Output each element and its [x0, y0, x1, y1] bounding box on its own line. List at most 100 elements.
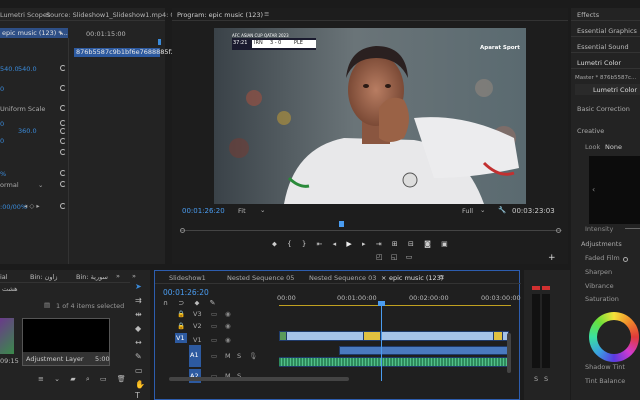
- list-view-icon[interactable]: ≡: [38, 375, 48, 383]
- eye-icon[interactable]: ◉: [225, 311, 231, 318]
- playhead[interactable]: [339, 221, 344, 227]
- quality-select[interactable]: Full: [462, 208, 473, 215]
- ripple-edit-icon[interactable]: ⇹: [135, 311, 142, 319]
- reset-icon[interactable]: [60, 85, 66, 91]
- folder-icon[interactable]: ▤: [44, 302, 50, 309]
- track-select-icon[interactable]: ⇉: [135, 297, 142, 305]
- menu-icon[interactable]: ≡: [264, 11, 269, 18]
- clip-header[interactable]: epic music (123) *...: [0, 28, 68, 38]
- wrench-icon[interactable]: 🔧: [498, 207, 506, 214]
- wrench-icon[interactable]: ✎: [210, 299, 220, 307]
- marker-icon[interactable]: ⬥: [272, 240, 281, 248]
- mic-icon[interactable]: 🎙: [249, 353, 257, 360]
- reset-icon[interactable]: [60, 138, 66, 144]
- ec-playhead[interactable]: [158, 39, 161, 45]
- lock-icon[interactable]: 🔒: [177, 311, 185, 318]
- panel-effects[interactable]: Effects: [577, 12, 599, 19]
- reset-icon[interactable]: [60, 170, 66, 176]
- trash-icon[interactable]: 🗑: [117, 375, 130, 383]
- lumetri-instance[interactable]: Lumetri Color: [575, 84, 640, 95]
- type-icon[interactable]: T: [135, 392, 140, 400]
- anchor-y-value[interactable]: 360.0: [18, 128, 37, 135]
- sync-icon[interactable]: ▭: [211, 337, 217, 344]
- go-to-out-icon[interactable]: ⇥: [376, 240, 386, 248]
- eye-icon[interactable]: ◉: [225, 323, 231, 330]
- audio-clip-a1[interactable]: [339, 346, 509, 355]
- razor-icon[interactable]: ◆: [135, 325, 141, 333]
- mute-button[interactable]: M: [225, 353, 231, 360]
- scrub-end-handle[interactable]: [556, 228, 561, 233]
- tab-project[interactable]: ial: [0, 274, 8, 281]
- adjustment-layer-item[interactable]: Adjustment Layer 5:00: [22, 318, 110, 366]
- menu-icon[interactable]: ≡: [439, 274, 444, 281]
- chevron-down-icon[interactable]: ⌄: [54, 375, 64, 383]
- hand-icon[interactable]: ✋: [135, 381, 145, 389]
- selection-tool-icon[interactable]: ➤: [135, 283, 142, 291]
- tab-bin-a[interactable]: Bin: زاون: [30, 274, 58, 281]
- sync-icon[interactable]: ▭: [211, 353, 217, 360]
- eye-icon[interactable]: ◉: [225, 337, 231, 344]
- chevron-right-icon[interactable]: »: [116, 273, 120, 280]
- tab-bin-b[interactable]: Bin: سورية: [76, 274, 108, 281]
- tab-lumetri-scopes[interactable]: Lumetri Scopes: [0, 12, 50, 19]
- video-frame[interactable]: AFC ASIAN CUP QATAR 2023 37:21 IRN 3 - 0…: [214, 28, 526, 204]
- intensity-slider[interactable]: [625, 228, 640, 229]
- solo-right[interactable]: S: [544, 376, 548, 383]
- blend-mode-select[interactable]: ormal: [0, 182, 19, 189]
- track-v3[interactable]: V3: [193, 311, 202, 318]
- trim-icon[interactable]: ◰: [376, 253, 386, 261]
- bin-search-hint[interactable]: هشت: [2, 286, 18, 293]
- track-v1[interactable]: V1: [193, 337, 202, 344]
- tab-epic-music[interactable]: epic music (123): [389, 275, 443, 282]
- shadow-tint-wheel[interactable]: [589, 312, 639, 362]
- mark-out-icon[interactable]: }: [302, 240, 310, 248]
- insert-icon[interactable]: ⊞: [392, 240, 402, 248]
- creative-section[interactable]: Creative: [577, 128, 604, 135]
- program-title[interactable]: Program: epic music (123): [177, 12, 263, 19]
- clip-thumbnail[interactable]: [0, 318, 14, 354]
- opacity-value[interactable]: %: [0, 171, 6, 178]
- overwrite-icon[interactable]: ⊟: [408, 240, 418, 248]
- marker-icon[interactable]: ⬥: [194, 299, 203, 307]
- go-to-in-icon[interactable]: ⇤: [317, 240, 327, 248]
- track-v2[interactable]: V2: [193, 323, 202, 330]
- scale-value[interactable]: 0: [0, 86, 4, 93]
- step-back-icon[interactable]: ◂: [333, 240, 341, 248]
- linked-icon[interactable]: ⊃: [178, 299, 188, 307]
- new-bin-icon[interactable]: ▰: [70, 375, 79, 383]
- horizontal-scrollbar[interactable]: [169, 377, 349, 381]
- step-forward-icon[interactable]: ▸: [362, 240, 370, 248]
- tab-slideshow1[interactable]: Slideshow1: [169, 275, 206, 282]
- scrub-start-handle[interactable]: [180, 228, 185, 233]
- tab-source[interactable]: Source: Slideshow1_Slideshow1.mp4: 0: [46, 12, 174, 19]
- chevron-down-icon[interactable]: ⌄: [38, 182, 43, 189]
- lock-icon[interactable]: 🔒: [177, 323, 185, 330]
- vertical-scrollbar[interactable]: [507, 333, 511, 373]
- rotation-value[interactable]: 0: [0, 121, 4, 128]
- solo-left[interactable]: S: [534, 376, 538, 383]
- playhead-handle[interactable]: [378, 301, 385, 306]
- chevron-right-icon[interactable]: »: [132, 273, 136, 280]
- chevron-left-icon[interactable]: ‹: [592, 186, 595, 194]
- program-timecode[interactable]: 00:01:26:20: [182, 208, 225, 215]
- master-label[interactable]: Master * 876b5587c...: [575, 75, 636, 82]
- reset-icon[interactable]: [60, 65, 66, 71]
- timeline-playhead[interactable]: [381, 301, 382, 381]
- export-frame-icon[interactable]: ▭: [406, 253, 416, 261]
- reset-icon[interactable]: [60, 203, 66, 209]
- reset-icon[interactable]: [60, 120, 66, 126]
- video-clip-v1[interactable]: [279, 331, 509, 341]
- folder-icon[interactable]: ▭: [100, 375, 111, 383]
- source-v1[interactable]: V1: [175, 333, 187, 343]
- work-area-bar[interactable]: [279, 305, 511, 306]
- tab-nested-05[interactable]: Nested Sequence 05: [227, 275, 294, 282]
- uniform-scale-label[interactable]: Uniform Scale: [0, 106, 45, 113]
- adjustments-section[interactable]: Adjustments: [581, 241, 622, 248]
- reset-icon[interactable]: [60, 149, 66, 155]
- slip-icon[interactable]: ↔: [135, 339, 142, 347]
- mark-in-icon[interactable]: {: [287, 240, 295, 248]
- camera-icon[interactable]: ◙: [424, 240, 435, 248]
- solo-button[interactable]: S: [237, 353, 241, 360]
- chevron-down-icon[interactable]: ⌄: [260, 207, 265, 214]
- track-a1-target[interactable]: A1: [189, 345, 201, 367]
